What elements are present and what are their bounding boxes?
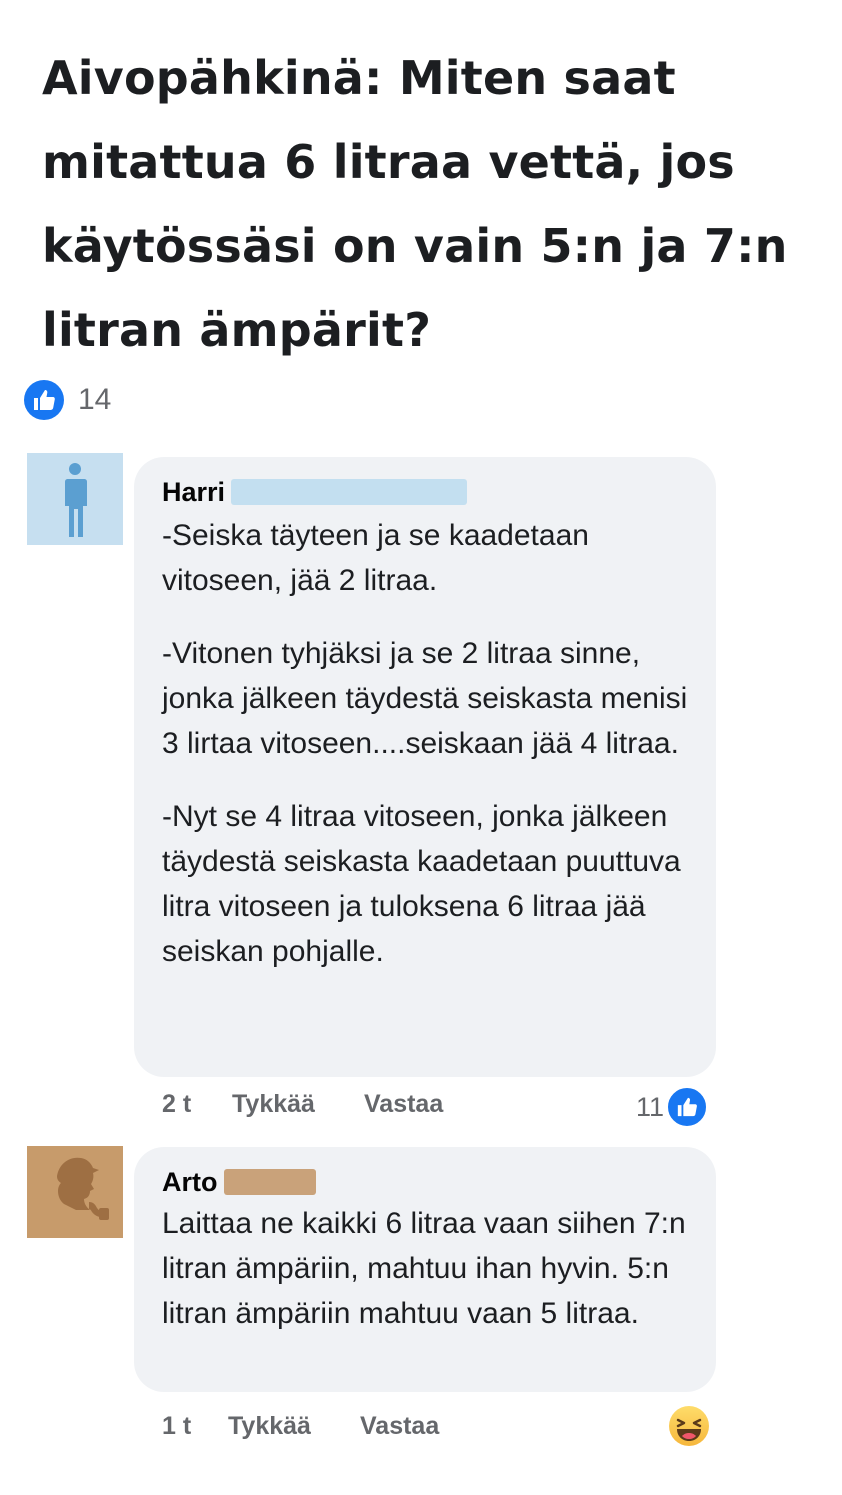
comment-reactions[interactable]: 11 (636, 1086, 709, 1128)
like-button[interactable]: Tykkää (232, 1090, 364, 1119)
like-icon (24, 380, 64, 420)
avatar[interactable] (27, 453, 123, 545)
avatar[interactable] (27, 1146, 123, 1238)
comment-timestamp[interactable]: 1 t (162, 1412, 228, 1441)
comment-author[interactable]: Harri (162, 477, 225, 508)
post-title: Aivopähkinä: Miten saat mitattua 6 litra… (42, 51, 788, 357)
like-button[interactable]: Tykkää (228, 1412, 360, 1441)
comment-paragraph: -Seiska täyteen ja se kaadetaan vitoseen… (162, 519, 589, 597)
redaction-bar (231, 479, 468, 505)
comment-timestamp[interactable]: 2 t (162, 1090, 232, 1119)
haha-icon[interactable] (668, 1405, 710, 1447)
comment-bubble: Harri -Seiska täyteen ja se kaadetaan vi… (134, 457, 716, 1077)
post-reactions[interactable]: 14 (24, 380, 111, 420)
comment-bubble: Arto Laittaa ne kaikki 6 litraa vaan sii… (134, 1147, 716, 1392)
comment-author[interactable]: Arto (162, 1167, 218, 1198)
comment-paragraph: Laittaa ne kaikki 6 litraa vaan siihen 7… (162, 1207, 686, 1330)
comment-actions: 1 t Tykkää Vastaa (162, 1412, 439, 1441)
reply-button[interactable]: Vastaa (360, 1412, 439, 1441)
comment-paragraph: -Nyt se 4 litraa vitoseen, jonka jälkeen… (162, 800, 681, 968)
comment-reaction-count: 11 (636, 1091, 665, 1122)
reply-button[interactable]: Vastaa (364, 1090, 443, 1119)
like-icon (666, 1086, 709, 1128)
post-reaction-count: 14 (78, 383, 112, 416)
detective-silhouette-icon (57, 1157, 109, 1220)
redaction-bar (223, 1169, 316, 1195)
person-silhouette-icon (65, 463, 87, 537)
comment-paragraph: -Vitonen tyhjäksi ja se 2 litraa sinne, … (162, 637, 688, 760)
comment-actions: 2 t Tykkää Vastaa (162, 1090, 443, 1119)
